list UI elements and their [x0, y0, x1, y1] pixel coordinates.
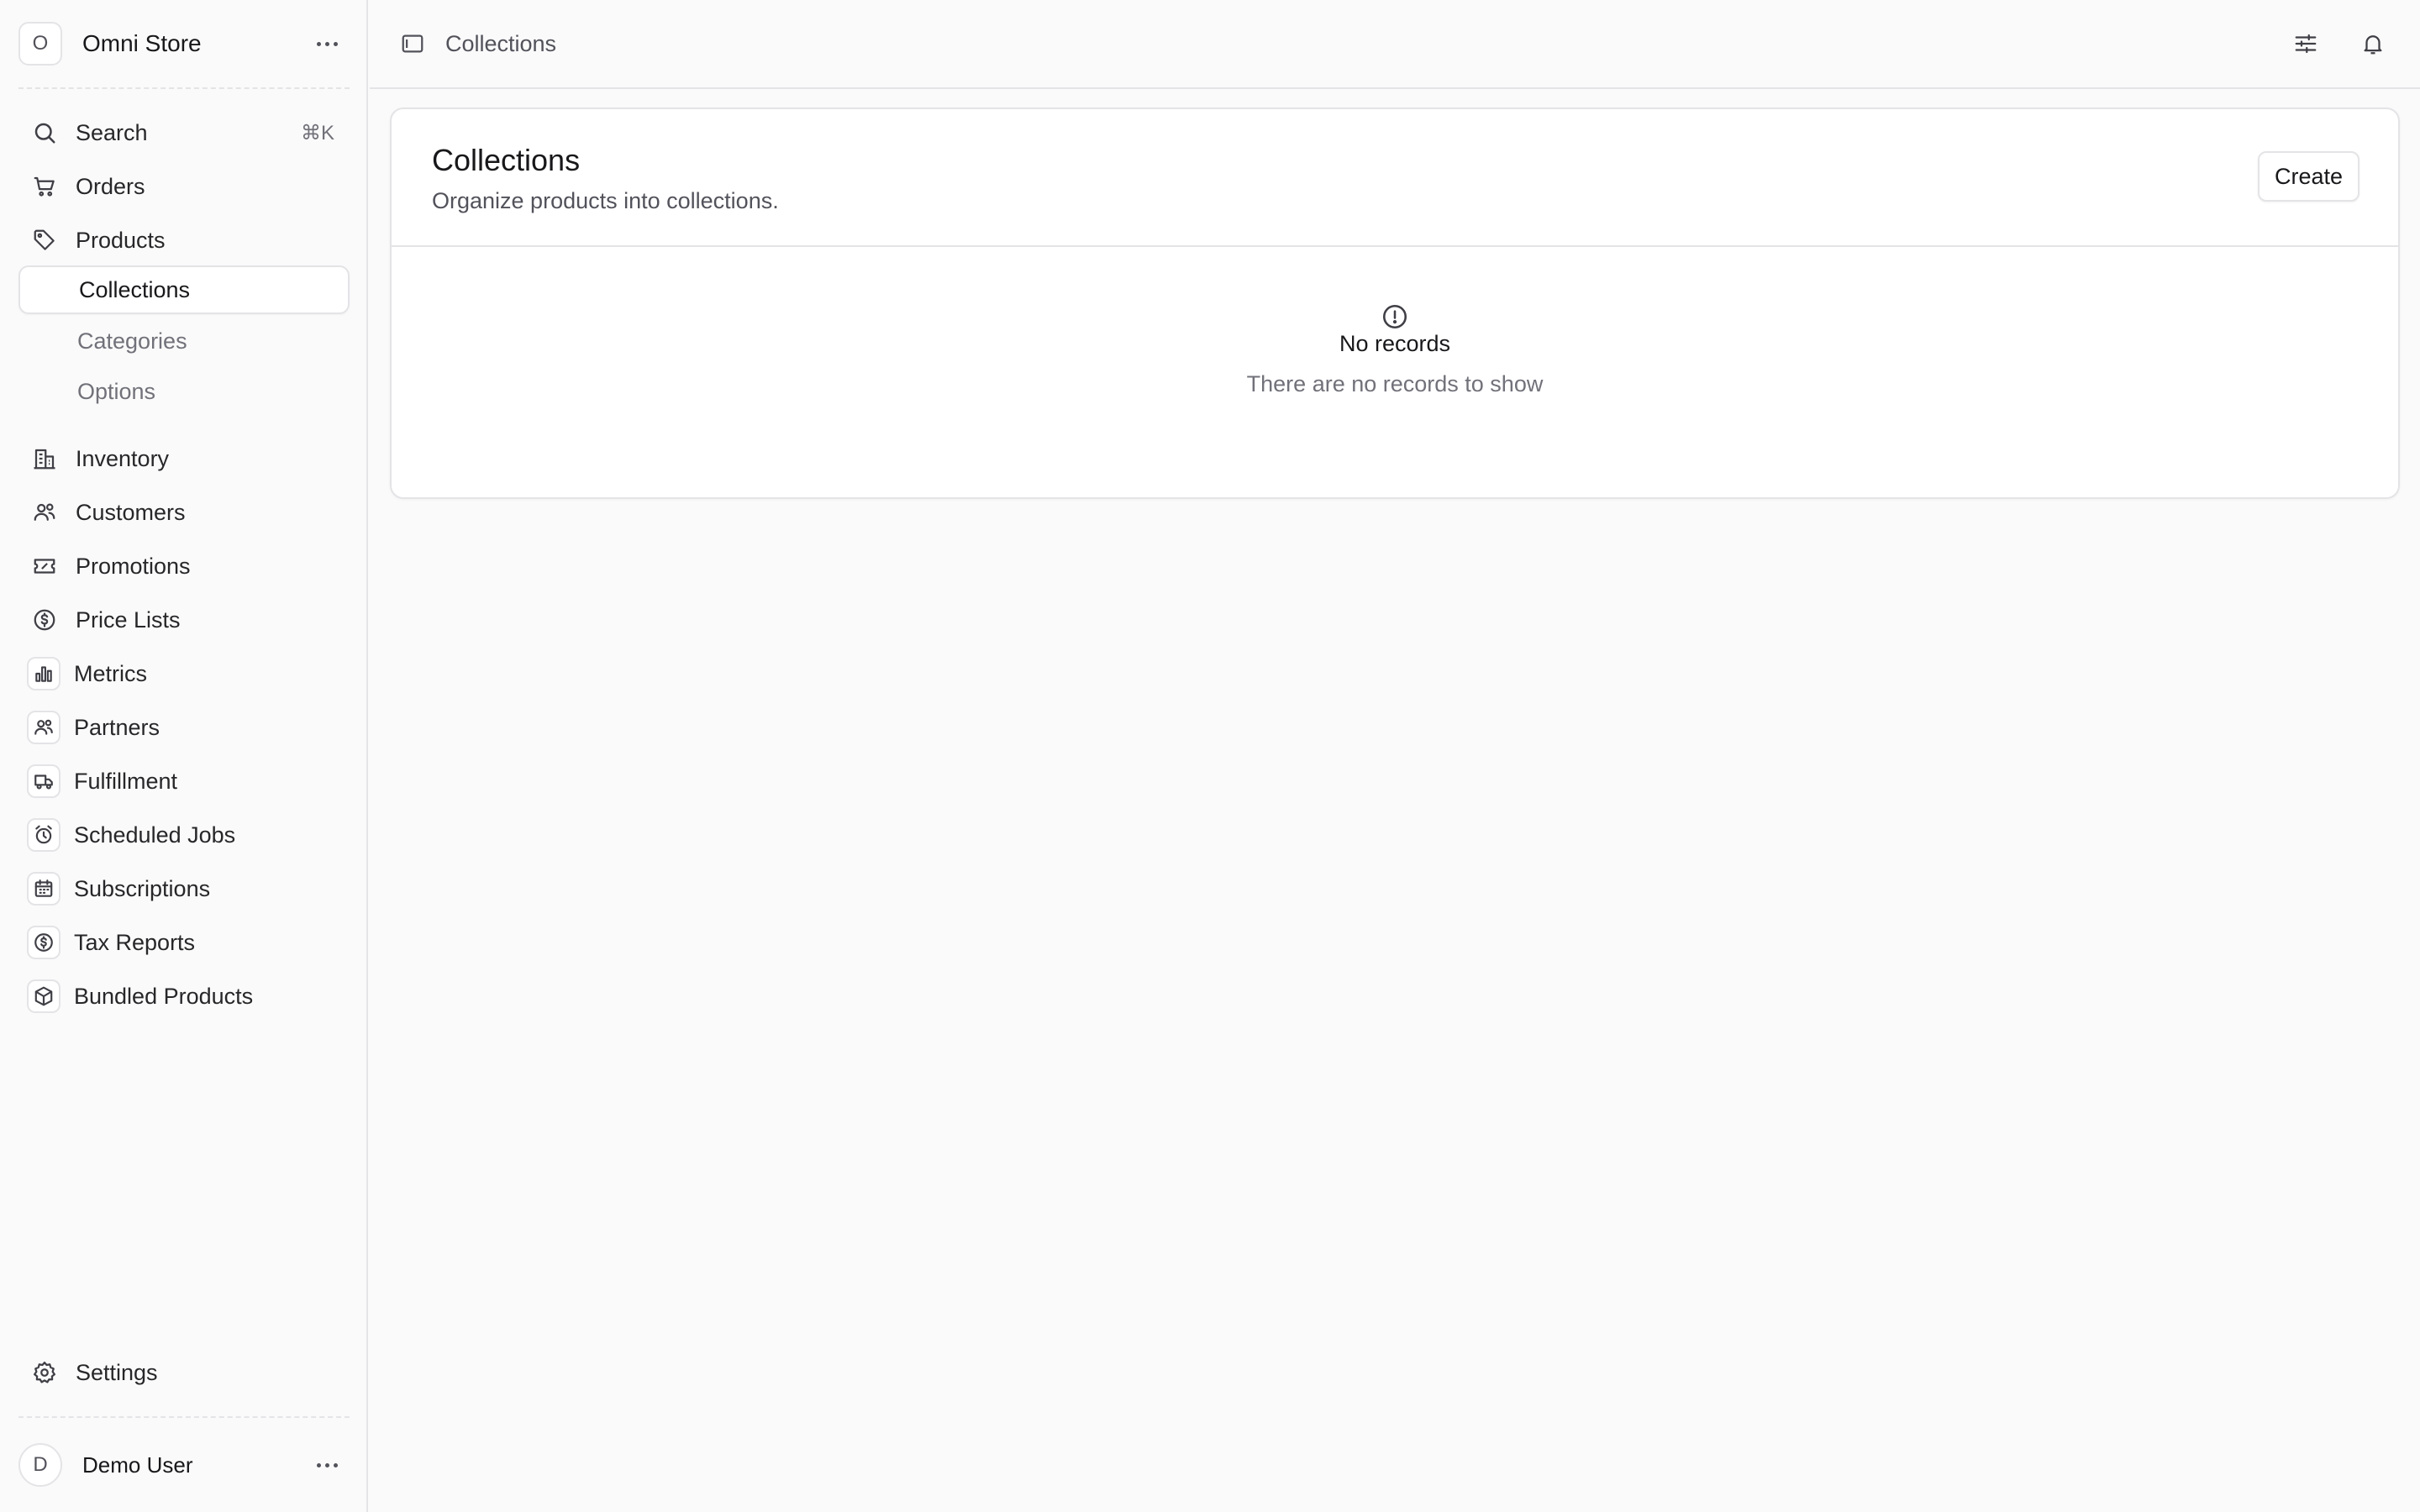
store-name: Omni Store: [82, 30, 202, 56]
user-initial: D: [33, 1453, 48, 1476]
truck-icon: [27, 764, 60, 798]
sidebar-subitem-label: Options: [77, 378, 156, 404]
store-avatar: O: [18, 22, 62, 66]
sidebar-item-label: Metrics: [74, 660, 147, 686]
sidebar-item-orders[interactable]: Orders: [18, 161, 350, 212]
currency-icon: [27, 926, 60, 959]
sidebar-item-label: Inventory: [76, 445, 170, 471]
collections-card: Collections Organize products into colle…: [390, 108, 2400, 499]
page-subtitle: Organize products into collections.: [432, 188, 779, 213]
sidebar-item-bundled-products[interactable]: Bundled Products: [18, 971, 350, 1021]
search-icon: [30, 118, 59, 147]
sidebar-item-label: Settings: [76, 1359, 158, 1385]
sidebar-item-label: Tax Reports: [74, 929, 196, 955]
sidebar-item-fulfillment[interactable]: Fulfillment: [18, 756, 350, 806]
sidebar-item-label: Subscriptions: [74, 875, 211, 901]
search-shortcut: ⌘K: [300, 121, 334, 144]
sidebar-item-label: Price Lists: [76, 606, 181, 633]
sidebar-item-promotions[interactable]: Promotions: [18, 541, 350, 591]
sidebar-item-label: Products: [76, 227, 166, 253]
sidebar-toggle-icon[interactable]: [398, 29, 427, 58]
sidebar-item-partners[interactable]: Partners: [18, 702, 350, 753]
sidebar-item-label: Fulfillment: [74, 768, 178, 794]
page-title: Collections: [432, 143, 581, 177]
divider: [18, 1416, 350, 1418]
calendar-icon: [27, 872, 60, 906]
bell-icon[interactable]: [2358, 29, 2388, 59]
user-avatar: D: [18, 1443, 62, 1487]
sidebar-item-label: Promotions: [76, 553, 191, 579]
search-label: Search: [76, 119, 148, 145]
sidebar-item-subscriptions[interactable]: Subscriptions: [18, 864, 350, 914]
sidebar-item-settings[interactable]: Settings: [18, 1347, 350, 1398]
sidebar-item-inventory[interactable]: Inventory: [18, 433, 350, 484]
gear-icon: [30, 1358, 59, 1387]
empty-title: No records: [1339, 331, 1451, 356]
sidebar-item-products[interactable]: Products: [18, 215, 350, 265]
ticket-icon: [30, 552, 59, 580]
sidebar-subitem-categories[interactable]: Categories: [18, 317, 350, 365]
sidebar: O Omni Store Search ⌘K Orders Products C…: [0, 0, 368, 1512]
sidebar-item-label: Orders: [76, 173, 145, 199]
divider: [18, 87, 350, 89]
store-initial: O: [32, 32, 49, 55]
user-menu-icon[interactable]: [305, 1455, 350, 1476]
box-icon: [27, 979, 60, 1013]
sidebar-item-customers[interactable]: Customers: [18, 487, 350, 538]
alarm-icon: [27, 818, 60, 852]
sidebar-item-tax-reports[interactable]: Tax Reports: [18, 917, 350, 968]
user-name: Demo User: [82, 1452, 193, 1478]
store-switcher[interactable]: O Omni Store: [18, 20, 350, 67]
users-icon: [30, 498, 59, 527]
exclamation-circle-icon: [1381, 302, 1409, 331]
sidebar-subitem-label: Categories: [77, 328, 187, 354]
topbar: Collections: [370, 0, 2420, 89]
sidebar-item-metrics[interactable]: Metrics: [18, 648, 350, 699]
tag-icon: [30, 226, 59, 255]
cart-icon: [30, 172, 59, 201]
users-icon: [27, 711, 60, 744]
user-menu[interactable]: D Demo User: [18, 1441, 350, 1488]
bar-chart-icon: [27, 657, 60, 690]
card-header: Collections Organize products into colle…: [392, 109, 2398, 247]
empty-state: No records There are no records to show: [392, 247, 2398, 499]
sidebar-subitem-collections[interactable]: Collections: [18, 265, 350, 314]
sidebar-item-label: Scheduled Jobs: [74, 822, 236, 848]
sidebar-item-price-lists[interactable]: Price Lists: [18, 595, 350, 645]
sidebar-item-scheduled-jobs[interactable]: Scheduled Jobs: [18, 810, 350, 860]
sidebar-item-label: Customers: [76, 499, 186, 525]
search-button[interactable]: Search ⌘K: [18, 108, 350, 158]
create-button[interactable]: Create: [2257, 151, 2360, 202]
sidebar-subitem-options[interactable]: Options: [18, 367, 350, 416]
currency-icon: [30, 606, 59, 634]
sidebar-item-label: Partners: [74, 714, 160, 740]
store-menu-icon[interactable]: [305, 34, 350, 55]
building-icon: [30, 444, 59, 473]
sliders-icon[interactable]: [2291, 29, 2321, 59]
sidebar-subitem-label: Collections: [79, 276, 191, 302]
sidebar-item-label: Bundled Products: [74, 983, 254, 1009]
empty-text: There are no records to show: [1246, 371, 1544, 396]
breadcrumb[interactable]: Collections: [445, 31, 556, 57]
